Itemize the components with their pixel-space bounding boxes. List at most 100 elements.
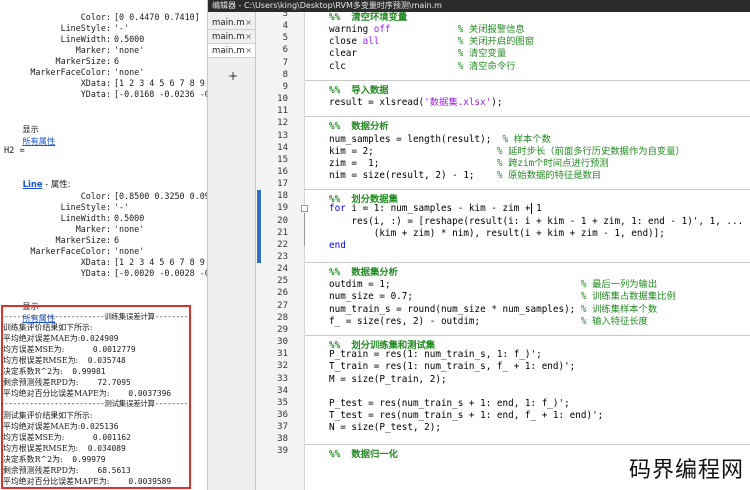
property-value: '-': [114, 23, 130, 33]
line-number: 29: [277, 324, 288, 335]
metric-value: 72.7095: [78, 378, 131, 387]
line-title-suffix: - 属性:: [42, 179, 71, 189]
code-line[interactable]: %% 数据归一化: [329, 446, 398, 460]
metric-row: 决定系数R^2为: 0.99979: [3, 454, 105, 465]
metric-row: 均方误差MSE为: 0.0012779: [3, 344, 136, 355]
code-token: P_test = res(num_train_s + 1: end, 1: f_…: [329, 397, 570, 409]
metric-value: 68.5613: [78, 466, 131, 475]
code-token: P_train = res(1: num_train_s, 1: f_)';: [329, 349, 542, 361]
line-number: 11: [277, 106, 288, 117]
code-line[interactable]: P_test = res(num_train_s + 1: end, 1: f_…: [329, 398, 570, 409]
metric-label: 均方误差MSE为:: [3, 433, 65, 442]
all-properties-link[interactable]: 所有属性: [22, 136, 55, 146]
test-separator: -------------------------测试集误差计算--------: [0, 399, 189, 408]
code-line[interactable]: M = size(P_train, 2);: [329, 374, 447, 385]
metric-label: 平均绝对误差MAE为:: [3, 334, 81, 343]
line-number: 15: [277, 154, 288, 165]
line-number: 6: [282, 45, 288, 56]
property-value: [0 0.4470 0.7410]: [114, 12, 200, 22]
editor-tab-strip: main.m × main.m × main.m × +: [208, 12, 256, 490]
metric-value: 0.034089: [78, 444, 126, 453]
code-keyword: end: [329, 239, 346, 251]
code-line[interactable]: res(i, :) = [reshape(result(i: i + kim -…: [329, 216, 743, 227]
fold-toggle-icon[interactable]: [301, 205, 308, 213]
property-value: [1 2 3 4 5 6 7 8 9 10: [114, 257, 205, 267]
line-number: 23: [277, 252, 288, 262]
command-window[interactable]: Color: [0 0.4470 0.7410] LineStyle: '-' Line…: [0, 0, 208, 490]
close-icon[interactable]: ×: [245, 30, 252, 44]
code-line[interactable]: (kim + zim) * nim), result(i + kim + zim…: [329, 228, 665, 239]
line-number: 33: [277, 373, 288, 384]
property-name: LineWidth:: [60, 34, 111, 44]
line-number: 31: [277, 349, 288, 360]
code-line[interactable]: T_test = res(num_train_s + 1: end, f_ + …: [329, 410, 603, 421]
property-name: MarkerSize:: [55, 56, 111, 66]
metric-row: 决定系数R^2为: 0.99981: [3, 366, 105, 377]
code-line[interactable]: P_train = res(1: num_train_s, 1: f_)';: [329, 349, 542, 360]
code-line[interactable]: clc % 清空命令行: [329, 58, 515, 72]
code-line[interactable]: for i = 1: num_samples - kim - zim + 1: [329, 203, 542, 214]
property-name: Color:: [80, 191, 111, 201]
property-row: YData:[-0.0168 -0.0236 -0.0: [81, 89, 207, 100]
tab-label: main.m: [212, 46, 245, 56]
code-token: T_train = res(1: num_train_s, f_ + 1: en…: [329, 361, 576, 373]
line-number: 16: [277, 166, 288, 177]
property-row: LineStyle: '-': [61, 23, 130, 34]
test-header: 测试集评价结果如下所示:: [3, 411, 93, 420]
line-number: 27: [277, 300, 288, 311]
code-line[interactable]: T_train = res(1: num_train_s, f_ + 1: en…: [329, 361, 575, 372]
line-number: 32: [277, 361, 288, 372]
line-number: 30: [277, 337, 288, 348]
line-class-link[interactable]: Line: [23, 179, 43, 189]
cell-divider: [305, 444, 750, 446]
metric-label: 均方误差MSE为:: [3, 345, 65, 354]
close-icon[interactable]: ×: [245, 16, 252, 30]
metric-value: 0.025136: [80, 422, 119, 431]
metric-label: 剩余预测残差RPD为:: [3, 378, 79, 387]
tab-label: main.m: [212, 32, 245, 42]
line-title: Line - 属性:: [12, 168, 71, 200]
code-comment: % 输入特征长度: [580, 315, 648, 327]
line-number: 9: [282, 81, 288, 92]
metric-row: 平均绝对误差MAE为:0.025136: [3, 421, 118, 432]
code-line[interactable]: nim = size(result, 2) - 1; % 原始数据的特征是数目: [329, 167, 601, 181]
tab-main-3[interactable]: main.m ×: [208, 44, 255, 58]
close-icon[interactable]: ×: [245, 44, 252, 58]
line-number: 38: [277, 434, 288, 445]
metric-row: 均方根误差RMSE为: 0.034089: [3, 443, 126, 454]
line-number: 4: [282, 21, 288, 32]
code-token: clc: [329, 60, 346, 72]
property-value: [-0.0168 -0.0236 -0.0: [114, 89, 207, 99]
property-name: MarkerFaceColor:: [30, 67, 111, 77]
tab-label: main.m: [212, 18, 245, 28]
train-header: 训练集评价结果如下所示:: [3, 323, 93, 332]
line-number: 12: [277, 118, 288, 129]
line-number: 37: [277, 422, 288, 433]
property-name: YData:: [80, 89, 111, 99]
line-number: 10: [277, 94, 288, 105]
property-value: [-0.0020 -0.0028 -0.0: [114, 268, 207, 278]
line-number: 36: [277, 409, 288, 420]
property-name: MarkerFaceColor:: [30, 246, 111, 256]
property-value: [1 2 3 4 5 6 7 8 9 10: [114, 78, 205, 88]
add-tab-icon[interactable]: +: [228, 69, 238, 83]
code-line[interactable]: end: [329, 240, 346, 251]
code-line[interactable]: N = size(P_test, 2);: [329, 422, 441, 433]
text-cursor: [531, 203, 532, 215]
code-line[interactable]: f_ = size(res, 2) - outdim; % 输入特征长度: [329, 313, 648, 327]
code-comment: % 清空命令行: [457, 60, 516, 72]
tab-main-1[interactable]: main.m ×: [208, 16, 255, 30]
metric-label: 均方根误差RMSE为:: [3, 356, 79, 365]
code-line[interactable]: result = xlsread('数据集.xlsx');: [329, 94, 502, 108]
property-row: MarkerFaceColor:'none': [30, 67, 144, 78]
property-value: 'none': [114, 224, 145, 234]
fold-range-line: [304, 213, 305, 246]
property-value: 0.5000: [114, 34, 145, 44]
property-row: Marker:'none': [76, 45, 145, 56]
metric-value: 0.024909: [80, 334, 119, 343]
line-number: 20: [277, 215, 288, 226]
property-value: 6: [114, 56, 120, 66]
property-row: LineWidth: 0.5000: [61, 213, 145, 224]
tab-main-2[interactable]: main.m ×: [208, 30, 255, 44]
